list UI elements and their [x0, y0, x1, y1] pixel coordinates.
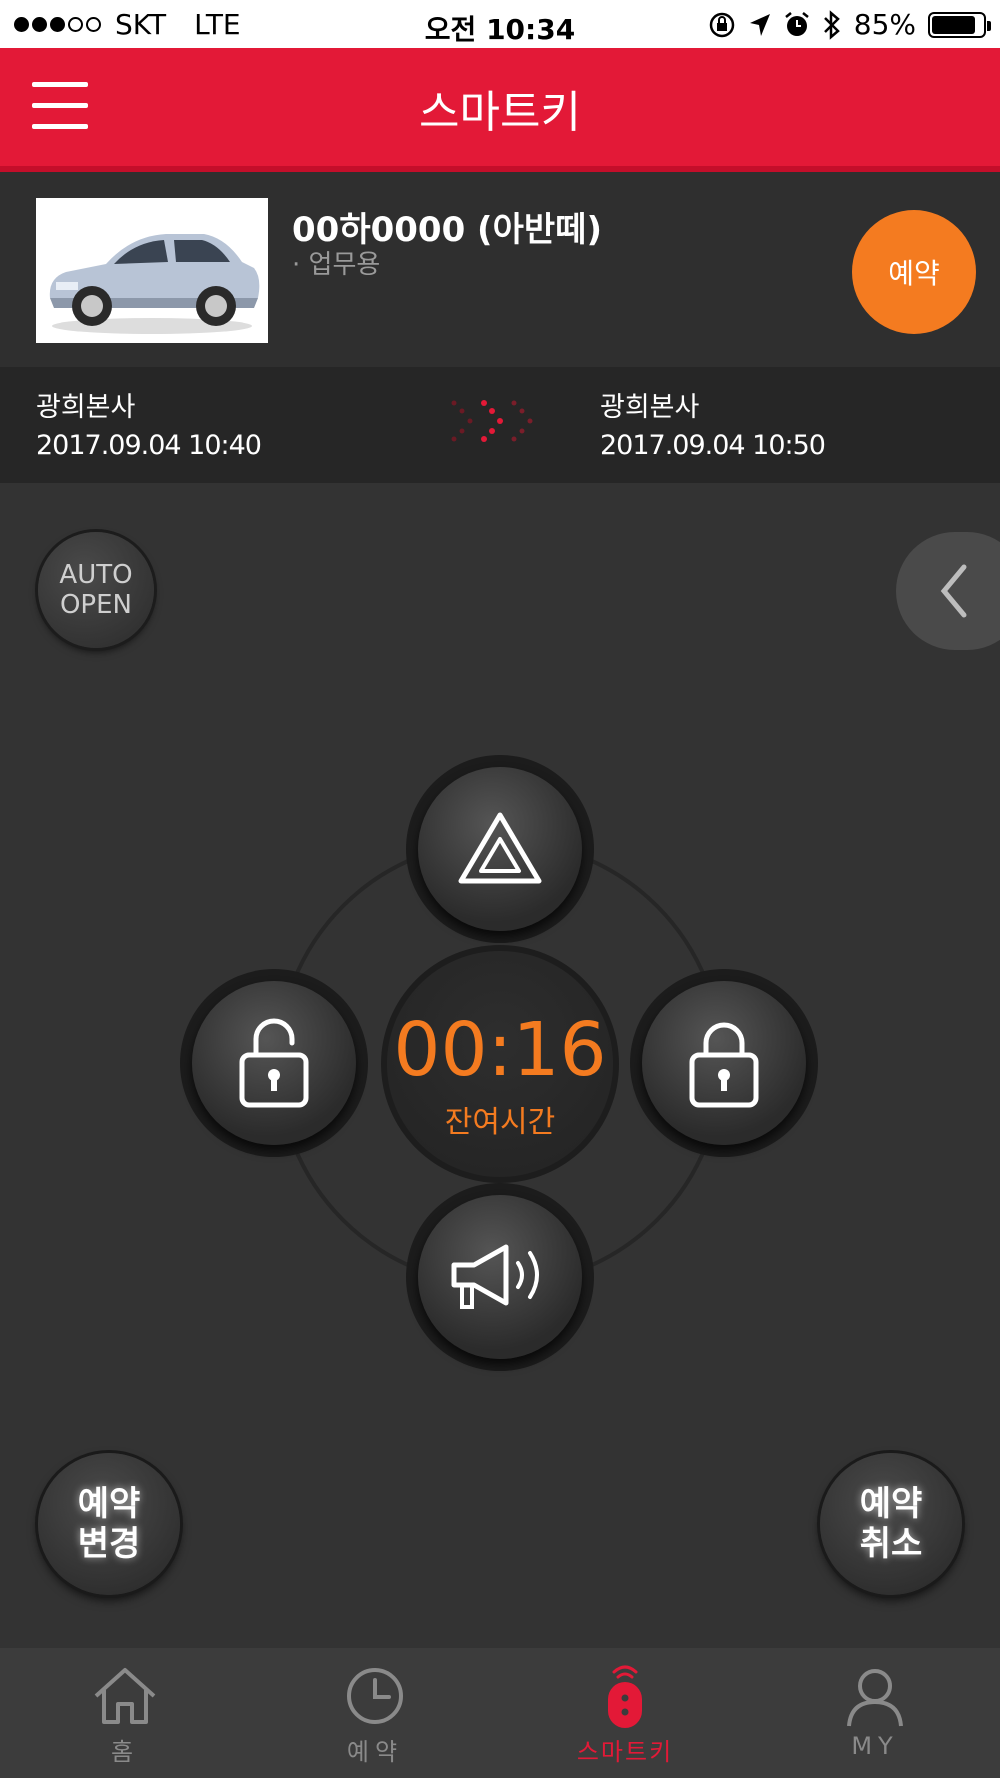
horn-button[interactable] — [406, 1183, 594, 1371]
cancel-reservation-button[interactable]: 예약 취소 — [820, 1453, 962, 1595]
smart-key-screen: SKT LTE 오전 10:34 85% 스마트키 00하0000 (아반떼) … — [0, 0, 1000, 1778]
tab-my-label: MY — [851, 1732, 899, 1760]
change-reservation-label-line1: 예약 — [77, 1484, 141, 1524]
clock-icon — [347, 1668, 403, 1724]
cancel-reservation-label-line1: 예약 — [859, 1484, 923, 1524]
smart-key-icon — [608, 1665, 642, 1728]
person-icon — [847, 1669, 903, 1727]
bottom-tab-bar: 홈 예약 스마트키 MY — [0, 1648, 1000, 1778]
tab-smart-key-label: 스마트키 — [576, 1738, 674, 1766]
tab-reservation[interactable]: 예약 — [250, 1648, 500, 1778]
unlock-icon — [239, 1018, 309, 1108]
hazard-triangle-icon — [458, 812, 542, 884]
tab-home[interactable]: 홈 — [0, 1648, 250, 1778]
horn-icon — [451, 1244, 539, 1309]
unlock-button[interactable] — [180, 969, 368, 1157]
change-reservation-label-line2: 변경 — [77, 1524, 141, 1564]
hazard-button[interactable] — [406, 755, 594, 943]
lock-icon — [689, 1022, 759, 1108]
tab-reservation-label: 예약 — [346, 1738, 404, 1766]
remaining-time: 00:16 — [393, 1007, 607, 1093]
tab-home-label: 홈 — [110, 1738, 140, 1766]
tab-my[interactable]: MY — [750, 1648, 1000, 1778]
remaining-time-display: 00:16 잔여시간 — [381, 945, 619, 1183]
change-reservation-button[interactable]: 예약 변경 — [38, 1453, 180, 1595]
cancel-reservation-label-line2: 취소 — [859, 1524, 923, 1564]
remaining-time-label: 잔여시간 — [444, 1105, 556, 1140]
lock-button[interactable] — [630, 969, 818, 1157]
home-icon — [94, 1668, 156, 1724]
tab-smart-key[interactable]: 스마트키 — [500, 1648, 750, 1778]
